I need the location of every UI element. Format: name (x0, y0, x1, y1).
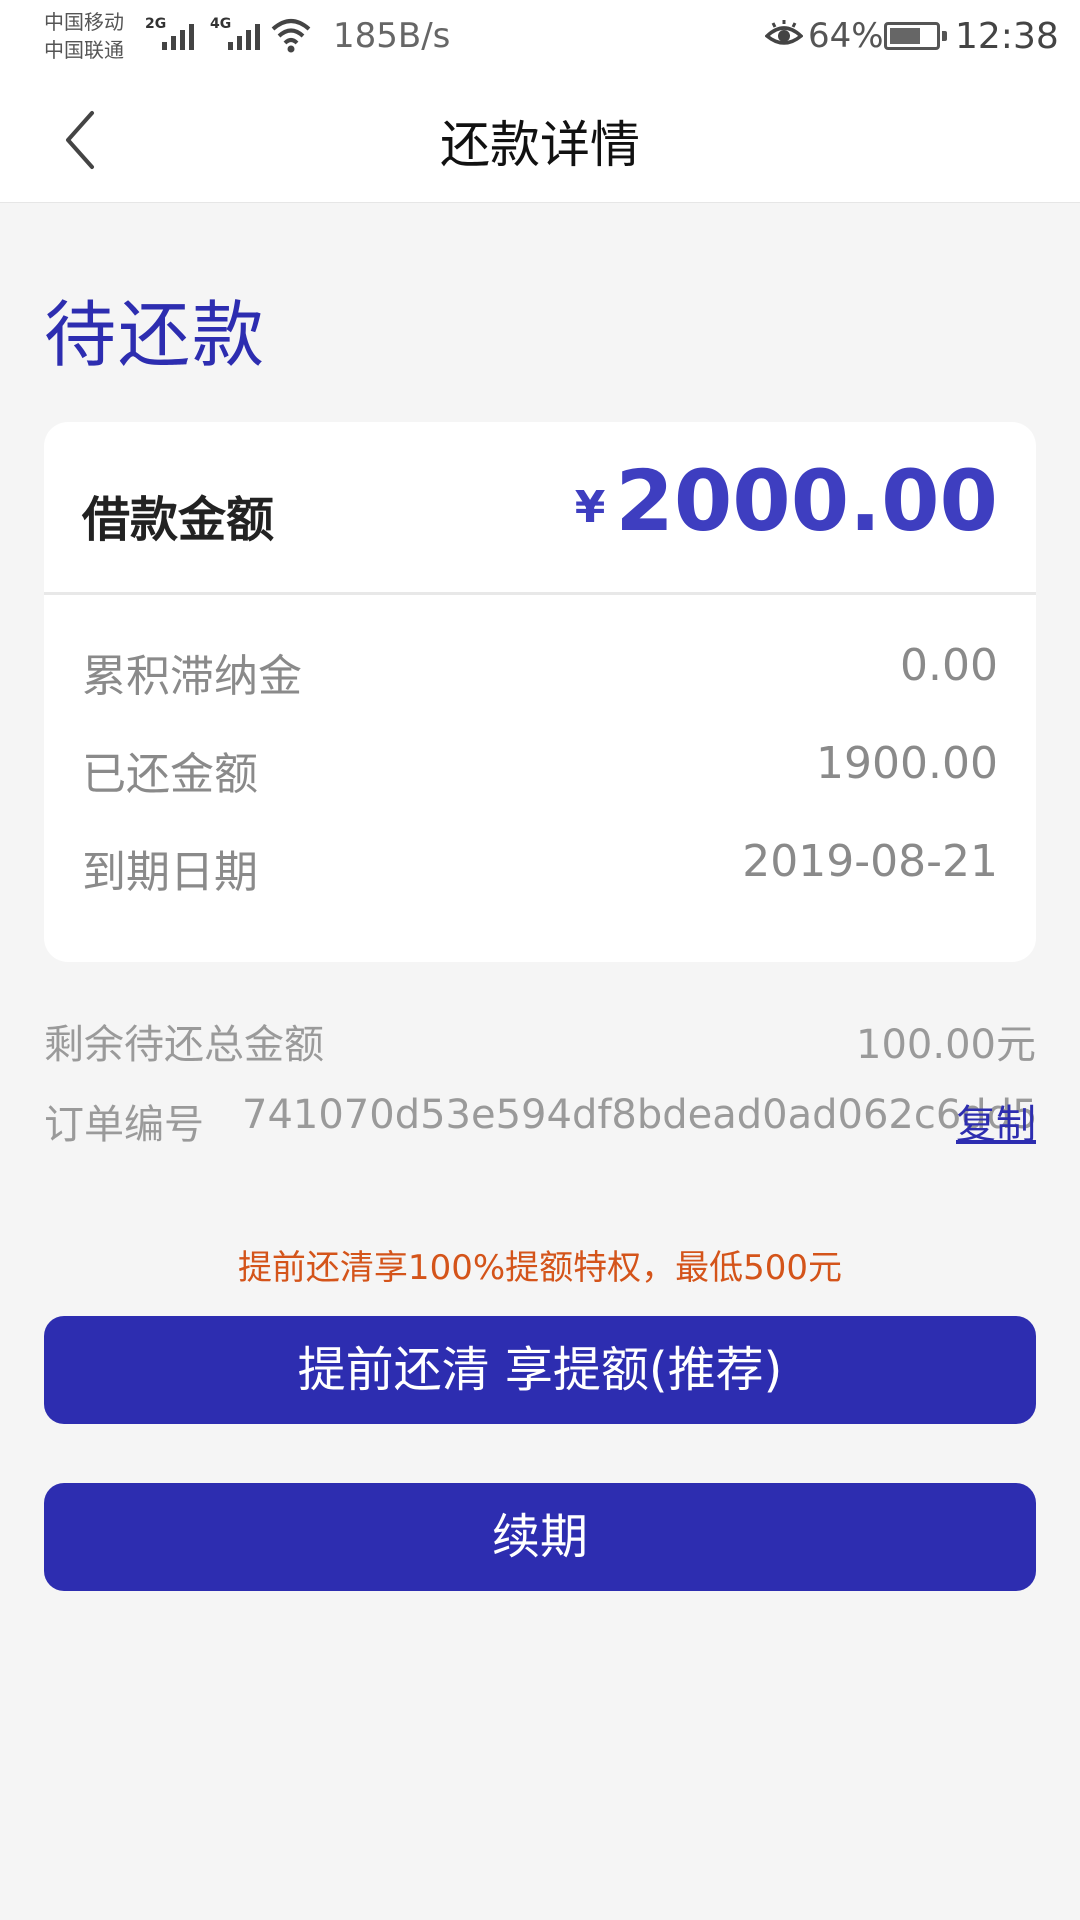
payoff-early-button[interactable]: 提前还清 享提额(推荐) (44, 1316, 1036, 1424)
repaid-amount-value: 1900.00 (816, 738, 998, 789)
battery-icon (884, 22, 947, 50)
order-number-value: 741070d53e594df8bdead0ad062c6dd5 (242, 1092, 1038, 1138)
loan-amount-label: 借款金额 (82, 492, 275, 548)
carrier-1: 中国移动 (44, 10, 124, 34)
carrier-names: 中国移动 中国联通 (44, 8, 124, 64)
wifi-icon (271, 19, 311, 53)
card-header: 借款金额 ¥2000.00 (44, 422, 1036, 595)
signal-icon (162, 20, 194, 50)
promo-text: 提前还清享100%提额特权，最低500元 (237, 1248, 843, 1288)
repayment-status-heading: 待还款 (44, 293, 267, 377)
clock: 12:38 (955, 16, 1059, 57)
order-number-label: 订单编号 (44, 1102, 204, 1148)
repaid-amount-label: 已还金额 (82, 749, 258, 800)
detail-row-late-fee: 累积滞纳金 0.00 (82, 640, 998, 702)
network-speed: 185B/s (333, 16, 451, 56)
order-number-row: 订单编号 741070d53e594df8bdead0ad062c6dd5 复制 (44, 1092, 1038, 1150)
due-date-value: 2019-08-21 (742, 836, 998, 887)
page-title: 还款详情 (440, 116, 640, 174)
nav-bar: 还款详情 (0, 75, 1080, 203)
late-fee-label: 累积滞纳金 (82, 651, 302, 702)
loan-amount: ¥2000.00 (575, 452, 998, 550)
carrier-2: 中国联通 (44, 38, 124, 62)
due-date-label: 到期日期 (82, 847, 258, 898)
loan-detail-card: 借款金额 ¥2000.00 累积滞纳金 0.00 已还金额 1900.00 到期… (44, 422, 1036, 962)
eye-icon (765, 20, 803, 45)
battery-percentage: 64% (808, 16, 884, 56)
remaining-total-value: 100.00元 (856, 1022, 1036, 1068)
loan-amount-value: 2000.00 (615, 452, 998, 550)
signal-icon (228, 20, 260, 50)
remaining-total-label: 剩余待还总金额 (44, 1022, 324, 1068)
late-fee-value: 0.00 (900, 640, 998, 691)
detail-row-due-date: 到期日期 2019-08-21 (82, 836, 998, 898)
remaining-total-row: 剩余待还总金额 100.00元 (44, 1012, 1036, 1068)
copy-button[interactable]: 复制 (956, 1092, 1036, 1150)
status-bar: 中国移动 中国联通 2G 4G 185B/s 64% 12:38 (0, 0, 1080, 75)
renew-button[interactable]: 续期 (44, 1483, 1036, 1591)
currency-symbol: ¥ (574, 482, 606, 533)
detail-row-repaid: 已还金额 1900.00 (82, 738, 998, 800)
